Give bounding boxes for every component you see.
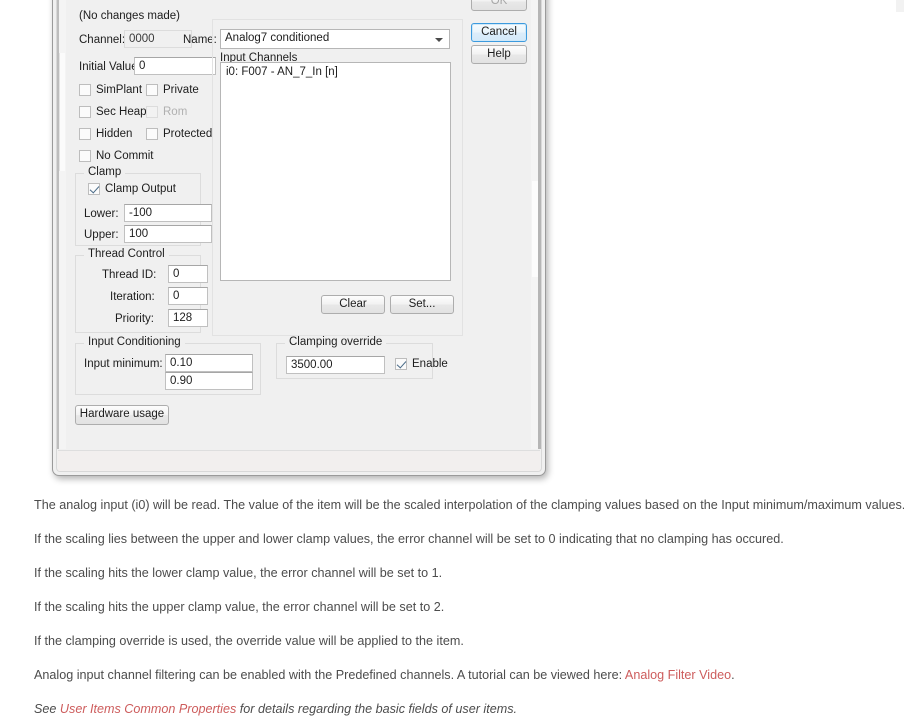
checkbox-sec-heap[interactable]: Sec Heap [79,106,147,118]
doc-see-after: for details regarding the basic fields o… [236,702,517,716]
priority-field[interactable]: 128 [168,309,208,327]
documentation-text: The analog input (i0) will be read. The … [34,498,904,722]
checkbox-box [146,106,158,118]
checkbox-label: Protected [163,128,213,140]
right-column-panel [212,19,463,336]
checkbox-box [395,358,407,370]
cancel-button[interactable]: Cancel [471,23,527,42]
doc-paragraph-filter: Analog input channel filtering can be en… [34,668,896,683]
dialog-left-scrollbar[interactable] [57,0,66,449]
analog-input-properties-dialog: (No changes made) Channel: 0000 Name: An… [52,0,546,476]
input-conditioning-group: Input Conditioning Input minimum: 0.10 0… [75,336,261,395]
priority-label: Priority: [115,313,154,325]
checkbox-label: SimPlant [96,84,143,96]
input-conditioning-group-title: Input Conditioning [84,336,185,348]
checkbox-label: Enable [412,358,448,370]
checkbox-box [146,84,158,96]
checkbox-box [79,84,91,96]
doc-filter-after: . [731,668,735,682]
doc-filter-before: Analog input channel filtering can be en… [34,668,625,682]
thread-id-field[interactable]: 0 [168,265,208,283]
checkbox-clamp-output[interactable]: Clamp Output [88,183,176,195]
checkbox-label: Private [163,84,199,96]
hardware-usage-button[interactable]: Hardware usage [75,405,169,425]
lower-label: Lower: [84,208,119,220]
upper-field[interactable]: 100 [124,225,212,243]
page-edge-strip [896,0,904,12]
checkbox-rom: Rom [146,106,187,118]
iteration-field[interactable]: 0 [168,287,208,305]
dialog-body: (No changes made) Channel: 0000 Name: An… [57,0,541,449]
clamping-override-field[interactable]: 3500.00 [286,356,385,374]
doc-see-before: See [34,702,60,716]
checkbox-box [88,183,100,195]
help-button[interactable]: Help [471,45,527,64]
upper-label: Upper: [84,229,119,241]
input-minimum-field[interactable]: 0.10 [165,354,253,372]
thread-id-label: Thread ID: [102,269,157,281]
doc-paragraph-4: If the scaling hits the upper clamp valu… [34,600,445,614]
clamping-override-group-title: Clamping override [285,336,387,348]
doc-paragraph-2: If the scaling lies between the upper an… [34,532,784,546]
checkbox-private[interactable]: Private [146,84,199,96]
iteration-label: Iteration: [110,291,155,303]
no-changes-made-text: (No changes made) [79,10,180,22]
initial-value-field[interactable]: 0 [134,57,216,75]
initial-value-label: Initial Value: [79,61,141,73]
checkbox-box [79,150,91,162]
channel-label: Channel: [79,34,126,46]
checkbox-no-commit[interactable]: No Commit [79,150,154,162]
checkbox-box [146,128,158,140]
thread-control-group: Thread Control Thread ID: 0 Iteration: 0… [75,248,208,333]
screenshot-root: (No changes made) Channel: 0000 Name: An… [0,0,904,722]
checkbox-label: Sec Heap [96,106,147,118]
clamp-group-title: Clamp [84,166,126,178]
dialog-right-scrollbar[interactable] [531,0,541,449]
ok-button[interactable]: OK [471,0,527,11]
analog-filter-video-link[interactable]: Analog Filter Video [625,668,731,682]
checkbox-box [79,106,91,118]
doc-paragraph-5: If the clamping override is used, the ov… [34,634,464,648]
dialog-left-scrollbar-thumb[interactable] [59,53,65,171]
checkbox-label: Hidden [96,128,133,140]
doc-paragraph-1: The analog input (i0) will be read. The … [34,498,904,512]
input-maximum-field[interactable]: 0.90 [165,372,253,390]
clamping-override-group: Clamping override 3500.00 Enable [276,336,448,379]
doc-paragraph-3: If the scaling hits the lower clamp valu… [34,566,443,580]
doc-paragraph-see: See User Items Common Properties for det… [34,702,896,717]
dialog-inner-frame: (No changes made) Channel: 0000 Name: An… [56,0,542,472]
checkbox-clamping-override-enable[interactable]: Enable [395,358,448,370]
clamp-group: Clamp Clamp Output Lower: -100 Upper: 10… [75,166,212,246]
checkbox-label: No Commit [96,150,154,162]
channel-field: 0000 [124,30,192,48]
checkbox-label: Clamp Output [105,183,176,195]
thread-control-group-title: Thread Control [84,248,169,260]
dialog-right-scrollbar-thumb[interactable] [532,181,538,277]
checkbox-label: Rom [163,106,188,118]
lower-field[interactable]: -100 [124,204,212,222]
checkbox-hidden[interactable]: Hidden [79,128,132,140]
checkbox-simplant[interactable]: SimPlant [79,84,142,96]
checkbox-box [79,128,91,140]
user-items-common-properties-link[interactable]: User Items Common Properties [60,702,236,716]
checkbox-protected[interactable]: Protected [146,128,212,140]
dialog-status-bar [58,450,540,471]
input-minimum-label: Input minimum: [84,358,163,370]
